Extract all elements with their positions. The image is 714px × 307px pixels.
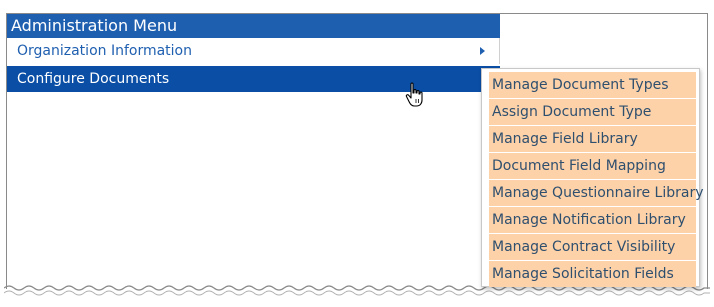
chevron-right-icon — [480, 47, 485, 55]
submenu-item-manage-contract-visibility[interactable]: Manage Contract Visibility — [489, 234, 696, 260]
submenu-item-document-field-mapping[interactable]: Document Field Mapping — [489, 153, 696, 179]
submenu-item-manage-questionnaire-library[interactable]: Manage Questionnaire Library — [489, 180, 703, 206]
submenu-item-manage-document-types[interactable]: Manage Document Types — [489, 72, 696, 98]
configure-documents-submenu: Manage Document Types Assign Document Ty… — [481, 68, 703, 287]
hand-pointer-icon — [405, 82, 423, 107]
menu-item-label: Configure Documents — [17, 71, 170, 87]
menu-title: Administration Menu — [7, 14, 500, 38]
submenu-item-manage-solicitation-fields[interactable]: Manage Solicitation Fields — [489, 261, 696, 287]
menu-item-label: Organization Information — [17, 43, 192, 59]
submenu-item-manage-field-library[interactable]: Manage Field Library — [489, 126, 696, 152]
submenu-item-assign-document-type[interactable]: Assign Document Type — [489, 99, 696, 125]
submenu-item-manage-notification-library[interactable]: Manage Notification Library — [489, 207, 696, 233]
menu-item-organization-information[interactable]: Organization Information — [7, 38, 500, 64]
